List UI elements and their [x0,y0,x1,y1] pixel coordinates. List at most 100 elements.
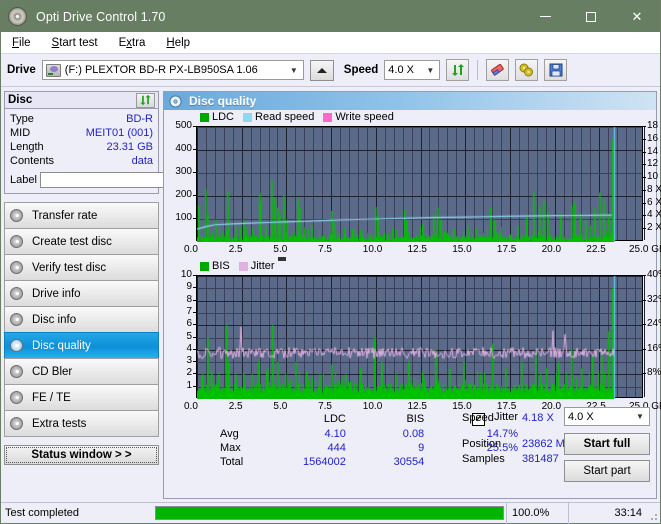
avg-ldc: 4.10 [324,428,346,440]
total-bis: 30554 [393,456,425,468]
title-bar: Opti Drive Control 1.70 ✕ [1,1,660,32]
legend-swatch-read-speed [243,112,253,122]
legend-label-ldc: LDC [212,111,235,123]
y-axis-tick-label: 8 [186,293,192,305]
disc-quality-panel: Disc quality LDC Read speed Write speed … [163,91,661,499]
x-axis-tick-label: 7.5 [318,244,332,255]
sidebar-item-disc-quality[interactable]: Disc quality [4,332,159,359]
sidebar-item-transfer-rate[interactable]: Transfer rate [4,202,159,229]
y2-axis-tick-label: 12 X [647,158,661,170]
test-speed-select[interactable]: 4.0 X ▼ [564,407,650,426]
progress-bar [155,506,504,520]
application-window: Opti Drive Control 1.70 ✕ File Start tes… [0,0,661,524]
start-part-button[interactable]: Start part [564,460,650,482]
disc-icon [10,338,25,353]
y-axis-tick-label: 500 [175,120,192,131]
cymbals-icon [519,63,534,77]
disc-label-row: Label [10,171,241,189]
menu-start-test[interactable]: Start test [49,36,101,50]
main-content: Disc Type BD-R MID MEIT01 (001) Length 2… [1,89,661,501]
legend-label-write-speed: Write speed [335,111,394,123]
refresh-icon [451,64,464,76]
x-axis-tick-label: 2.5 [228,244,243,255]
refresh-button[interactable] [446,59,470,81]
y-axis-tick-label: 400 [175,143,192,154]
chart-data-canvas [197,276,644,399]
drive-select-value: (F:) PLEXTOR BD-R PX-LB950SA 1.06 [64,64,258,76]
disc-label-caption: Label [10,174,37,186]
speed-stat-value: 4.18 X [522,411,554,424]
x-axis-tick-label: 0.0 [184,401,198,412]
sidebar-item-verify-test-disc[interactable]: Verify test disc [4,254,159,281]
speed-select[interactable]: 4.0 X ▼ [384,60,441,80]
speed-position-block: Speed 4.18 X Position 23862 MB Samples 3… [462,410,572,466]
x-axis-tick-label: 0.0 [184,244,198,255]
y-axis-tick-label: 1 [186,379,192,391]
max-bis: 9 [418,442,425,454]
disc-row-type: Type BD-R [10,112,153,126]
maximize-button[interactable] [568,1,614,32]
sidebar-item-extra-tests[interactable]: Extra tests [4,410,159,437]
menu-help[interactable]: Help [163,36,193,50]
y-axis-tick-label: 9 [186,281,192,293]
disc-row-contents: Contents data [10,154,153,168]
y-axis-tick-label: 2 [186,367,192,379]
start-full-button[interactable]: Start full [564,433,650,455]
y-axis-tick-label: 4 [186,342,192,354]
disc-mid-value: MEIT01 (001) [85,127,153,139]
y2-axis-tick-label: 4 X [647,209,661,221]
y2-axis-tick-label: 40% [647,269,661,280]
disc-icon [10,416,25,431]
sidebar-item-drive-info[interactable]: Drive info [4,280,159,307]
toolbar-separator [477,60,479,80]
close-button[interactable]: ✕ [614,1,660,32]
y-axis-tick-label: 100 [175,212,192,223]
disc-type-label: Type [10,113,34,125]
sidebar-item-fe-te[interactable]: FE / TE [4,384,159,411]
sidebar-nav: Transfer rate Create test disc Verify te… [4,202,159,437]
eject-button[interactable] [309,59,334,81]
minimize-button[interactable] [522,1,568,32]
menu-extra[interactable]: Extra [116,36,149,50]
legend-swatch-bis [200,261,209,271]
legend-label-jitter: Jitter [250,260,275,272]
tools-button[interactable] [515,59,539,81]
left-panel: Disc Type BD-R MID MEIT01 (001) Length 2… [4,91,241,499]
disc-icon [10,364,25,379]
status-bar: Test completed 100.0% 33:14 [1,502,660,524]
elapsed-time: 33:14 [568,502,648,524]
disc-length-label: Length [10,141,44,153]
x-axis-tick-label: 25.0 GB [629,244,661,255]
y2-axis-tick-label: 18 X [647,120,661,131]
progress-fill [156,507,503,519]
legend-swatch-jitter [238,261,248,271]
avg-bis: 0.08 [402,428,425,440]
disc-mid-label: MID [10,127,31,139]
sidebar-item-disc-info[interactable]: Disc info [4,306,159,333]
resize-grip[interactable] [648,503,660,524]
y2-axis-tick-label: 24% [647,318,661,330]
sidebar-item-label: Create test disc [32,235,112,248]
sidebar-item-create-test-disc[interactable]: Create test disc [4,228,159,255]
disc-row-length: Length 23.31 GB [10,140,153,154]
sidebar-item-cd-bler[interactable]: CD Bler [4,358,159,385]
x-axis-tick-label: 12.5 [407,244,427,255]
col-header-ldc: LDC [323,412,346,425]
menu-file[interactable]: File [9,36,34,50]
x-axis-tick-label: 20.0 [541,244,562,255]
samples-stat-value: 381487 [522,452,559,465]
y2-axis-tick-label: 8% [647,367,661,379]
ldc-chart: LDC Read speed Write speed 100 200 300 400 5… [164,110,661,256]
x-axis-tick-label: 5.0 [273,244,288,255]
sidebar-item-label: FE / TE [32,391,71,404]
status-window-button[interactable]: Status window > > [4,445,159,465]
status-text: Test completed [5,507,79,519]
save-button[interactable] [544,59,568,81]
chevron-down-icon: ▼ [426,65,435,75]
erase-button[interactable] [486,59,510,81]
disc-icon [10,234,25,249]
drive-select[interactable]: (F:) PLEXTOR BD-R PX-LB950SA 1.06 ▼ [41,60,304,80]
disc-refresh-button[interactable] [136,92,155,108]
page-title: Disc quality [189,94,257,108]
disc-type-value: BD-R [126,113,153,125]
